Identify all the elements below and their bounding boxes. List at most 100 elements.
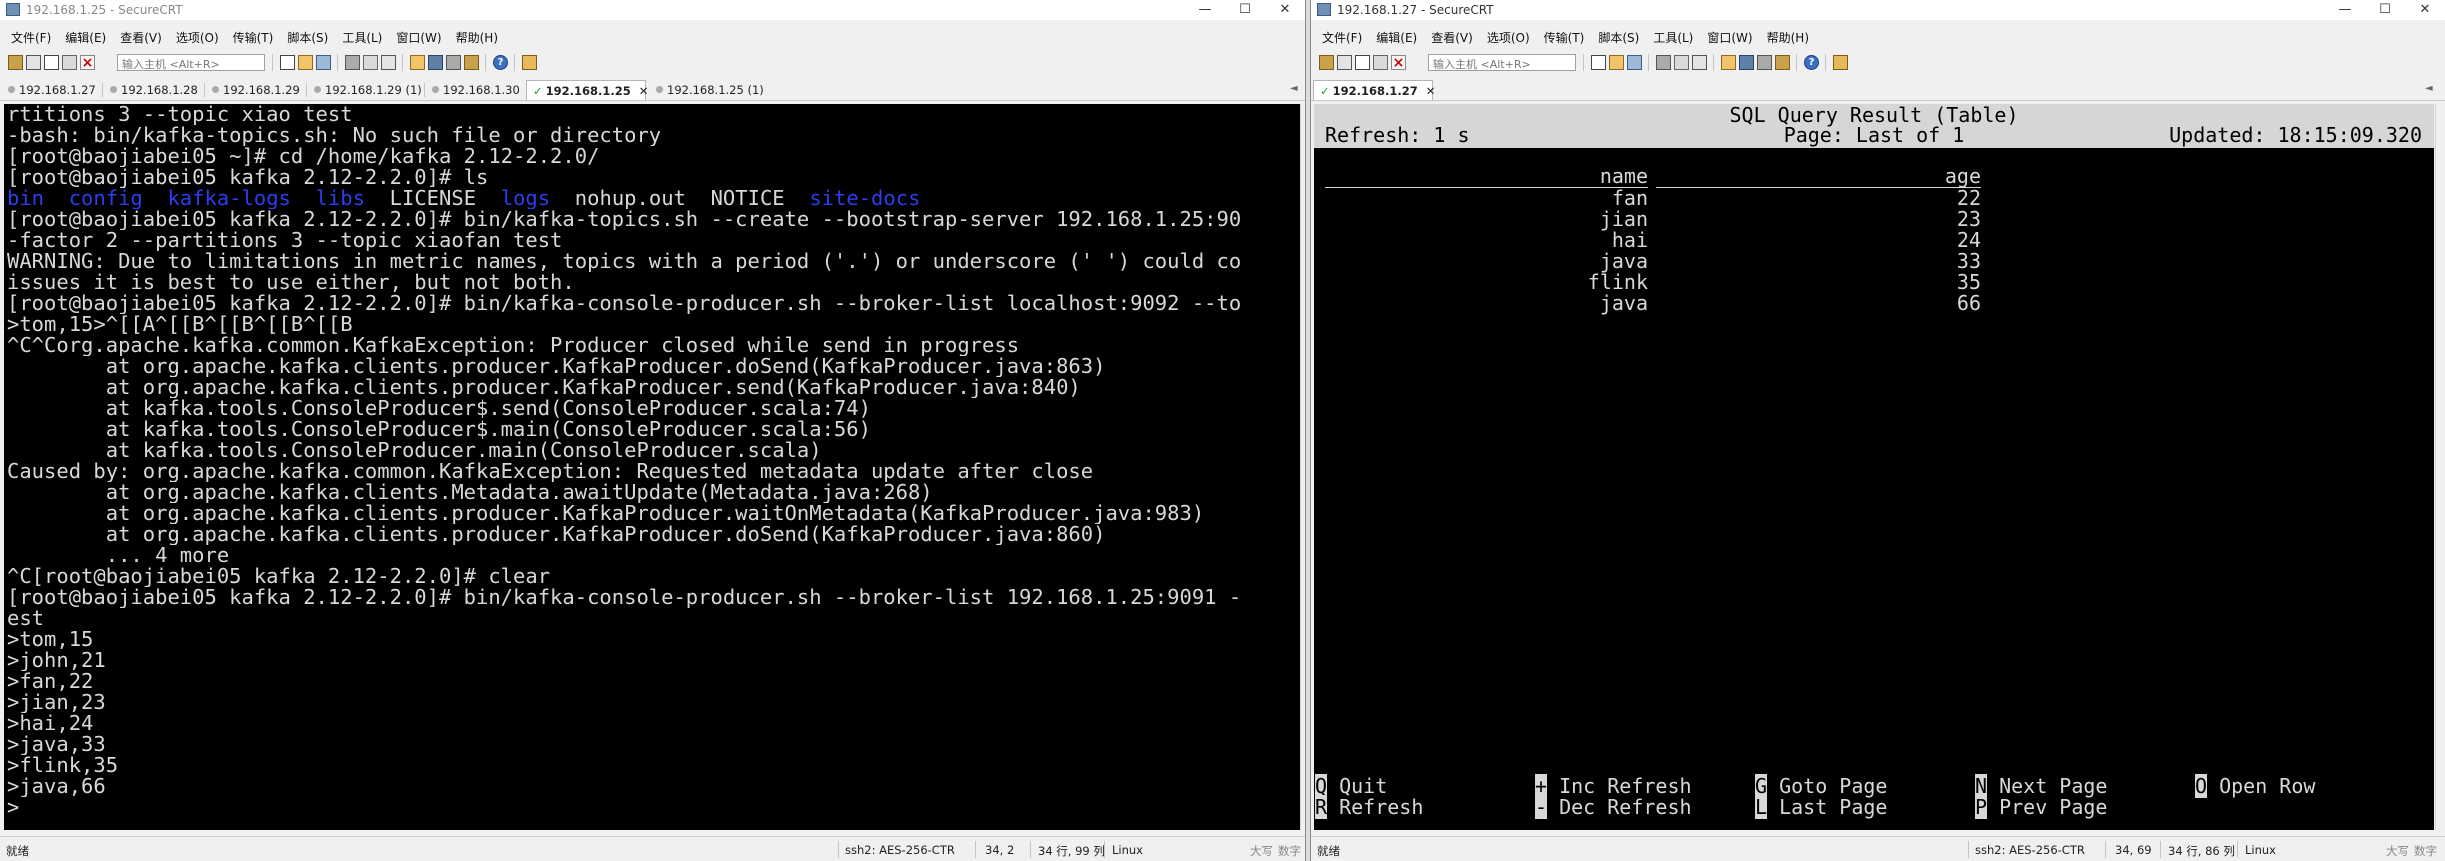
tab-192-168-1-28[interactable]: 192.168.1.28: [104, 80, 204, 100]
menu-edit[interactable]: 编辑(E): [58, 26, 113, 46]
menu-script[interactable]: 脚本(S): [1591, 26, 1646, 46]
terminal-line: >jian,23: [7, 692, 106, 713]
row-name-cell: java: [1599, 249, 1648, 273]
log-icon[interactable]: [381, 55, 396, 70]
paste-icon[interactable]: [298, 55, 313, 70]
tab-192-168-1-27-active[interactable]: ✓ 192.168.1.27 ✕: [1313, 80, 1436, 100]
global-options-icon[interactable]: [1739, 55, 1754, 70]
print-setup-icon[interactable]: [1674, 55, 1689, 70]
print-icon[interactable]: [1656, 55, 1671, 70]
copy-icon[interactable]: [280, 55, 295, 70]
right-terminal[interactable]: SQL Query Result (Table) Page: Last of 1…: [1314, 104, 2434, 830]
menu-tools[interactable]: 工具(L): [1646, 26, 1700, 46]
sftp-icon[interactable]: [1775, 55, 1790, 70]
file-license: LICENSE: [389, 188, 477, 209]
maximize-button[interactable]: ☐: [2365, 0, 2405, 20]
status-caps: 大写: [1250, 844, 1273, 858]
reconnect-icon[interactable]: [1373, 55, 1388, 70]
left-terminal[interactable]: rtitions 3 --topic xiao_test -bash: bin/…: [4, 104, 1300, 830]
session-options-icon[interactable]: [410, 55, 425, 70]
keymap-icon[interactable]: [446, 55, 461, 70]
terminal-line: at org.apache.kafka.clients.producer.Kaf…: [7, 356, 1106, 377]
connect-icon[interactable]: [8, 55, 23, 70]
connect-icon[interactable]: [1319, 55, 1334, 70]
minimize-button[interactable]: —: [1185, 0, 1225, 20]
quick-connect-icon[interactable]: [26, 55, 41, 70]
disconnect-icon[interactable]: ×: [80, 55, 95, 70]
terminal-line: >john,21: [7, 650, 106, 671]
help-icon[interactable]: ?: [493, 55, 508, 70]
global-options-icon[interactable]: [428, 55, 443, 70]
menu-file[interactable]: 文件(F): [4, 26, 58, 46]
tab-close-icon[interactable]: ✕: [1426, 84, 1436, 98]
close-button[interactable]: ✕: [1265, 0, 1305, 20]
right-title-bar[interactable]: 192.168.1.27 - SecureCRT — ☐ ✕: [1311, 0, 2445, 20]
file-notice: NOTICE: [710, 188, 785, 209]
terminal-line: -factor 2 --partitions 3 --topic xiaofan…: [7, 230, 563, 251]
terminal-line: at kafka.tools.ConsoleProducer$.send(Con…: [7, 398, 871, 419]
status-cursor: 34, 69: [2115, 843, 2152, 857]
left-title-bar[interactable]: 192.168.1.25 - SecureCRT — ☐ ✕: [0, 0, 1305, 20]
tab-192-168-1-30[interactable]: 192.168.1.30: [426, 80, 526, 100]
script-icon[interactable]: [1833, 55, 1848, 70]
tab-192-168-1-29[interactable]: 192.168.1.29: [206, 80, 306, 100]
tab-192-168-1-25-1[interactable]: 192.168.1.25 (1): [650, 80, 770, 100]
row-name-cell: flink: [1587, 270, 1648, 294]
menu-window[interactable]: 窗口(W): [389, 26, 448, 46]
paste-icon[interactable]: [1609, 55, 1624, 70]
tab-scroll-icon[interactable]: ◄: [1290, 83, 1298, 94]
session-options-icon[interactable]: [1721, 55, 1736, 70]
keymap-icon[interactable]: [1757, 55, 1772, 70]
print-icon[interactable]: [345, 55, 360, 70]
menu-options[interactable]: 选项(O): [1480, 26, 1537, 46]
tab-192-168-1-25-active[interactable]: ✓ 192.168.1.25 ✕: [526, 80, 649, 100]
terminal-line: Caused by: org.apache.kafka.common.Kafka…: [7, 461, 1094, 482]
connect-tab-icon[interactable]: [1355, 55, 1370, 70]
help-icon[interactable]: ?: [1804, 55, 1819, 70]
menu-file[interactable]: 文件(F): [1315, 26, 1369, 46]
menu-view[interactable]: 查看(V): [1424, 26, 1480, 46]
host-input[interactable]: 输入主机 <Alt+R>: [1428, 54, 1576, 71]
left-toolbar: × 输入主机 <Alt+R> ?: [0, 50, 1305, 74]
quick-connect-icon[interactable]: [1337, 55, 1352, 70]
reconnect-icon[interactable]: [62, 55, 77, 70]
right-securecrt-window: 192.168.1.27 - SecureCRT — ☐ ✕ 文件(F) 编辑(…: [1310, 0, 2445, 861]
host-input[interactable]: 输入主机 <Alt+R>: [117, 54, 265, 71]
menu-edit[interactable]: 编辑(E): [1369, 26, 1424, 46]
menu-options[interactable]: 选项(O): [169, 26, 226, 46]
right-window-title: 192.168.1.27 - SecureCRT: [1337, 3, 1494, 17]
close-button[interactable]: ✕: [2405, 0, 2445, 20]
disconnect-icon[interactable]: ×: [1391, 55, 1406, 70]
right-tab-bar: ✓ 192.168.1.27 ✕ ◄: [1311, 79, 2445, 101]
tab-close-icon[interactable]: ✕: [639, 84, 649, 98]
status-ready: 就绪: [1317, 844, 1340, 858]
connect-tab-icon[interactable]: [44, 55, 59, 70]
sftp-icon[interactable]: [464, 55, 479, 70]
minimize-button[interactable]: —: [2325, 0, 2365, 20]
tab-192-168-1-27[interactable]: 192.168.1.27: [2, 80, 102, 100]
menu-help[interactable]: 帮助(H): [1760, 26, 1816, 46]
find-icon[interactable]: [1627, 55, 1642, 70]
log-icon[interactable]: [1692, 55, 1707, 70]
tab-192-168-1-29-1[interactable]: 192.168.1.29 (1): [308, 80, 428, 100]
hotkey-inc-refresh: + Inc Refresh: [1535, 774, 1692, 798]
right-terminal-scrollbar[interactable]: [2435, 104, 2445, 830]
terminal-prompt-line: >: [7, 797, 20, 818]
menu-window[interactable]: 窗口(W): [1700, 26, 1759, 46]
menu-script[interactable]: 脚本(S): [280, 26, 335, 46]
maximize-button[interactable]: ☐: [1225, 0, 1265, 20]
tab-scroll-icon[interactable]: ◄: [2425, 83, 2433, 94]
menu-view[interactable]: 查看(V): [113, 26, 169, 46]
terminal-line: at org.apache.kafka.clients.producer.Kaf…: [7, 524, 1106, 545]
sql-result-header: SQL Query Result (Table) Page: Last of 1…: [1314, 104, 2434, 148]
script-icon[interactable]: [522, 55, 537, 70]
menu-transfer[interactable]: 传输(T): [226, 26, 281, 46]
menu-tools[interactable]: 工具(L): [335, 26, 389, 46]
find-icon[interactable]: [316, 55, 331, 70]
left-tab-bar: 192.168.1.27 192.168.1.28 192.168.1.29 1…: [0, 79, 1305, 101]
sql-refresh-interval: Refresh: 1 s: [1325, 123, 1470, 147]
menu-help[interactable]: 帮助(H): [449, 26, 505, 46]
print-setup-icon[interactable]: [363, 55, 378, 70]
menu-transfer[interactable]: 传输(T): [1537, 26, 1592, 46]
copy-icon[interactable]: [1591, 55, 1606, 70]
